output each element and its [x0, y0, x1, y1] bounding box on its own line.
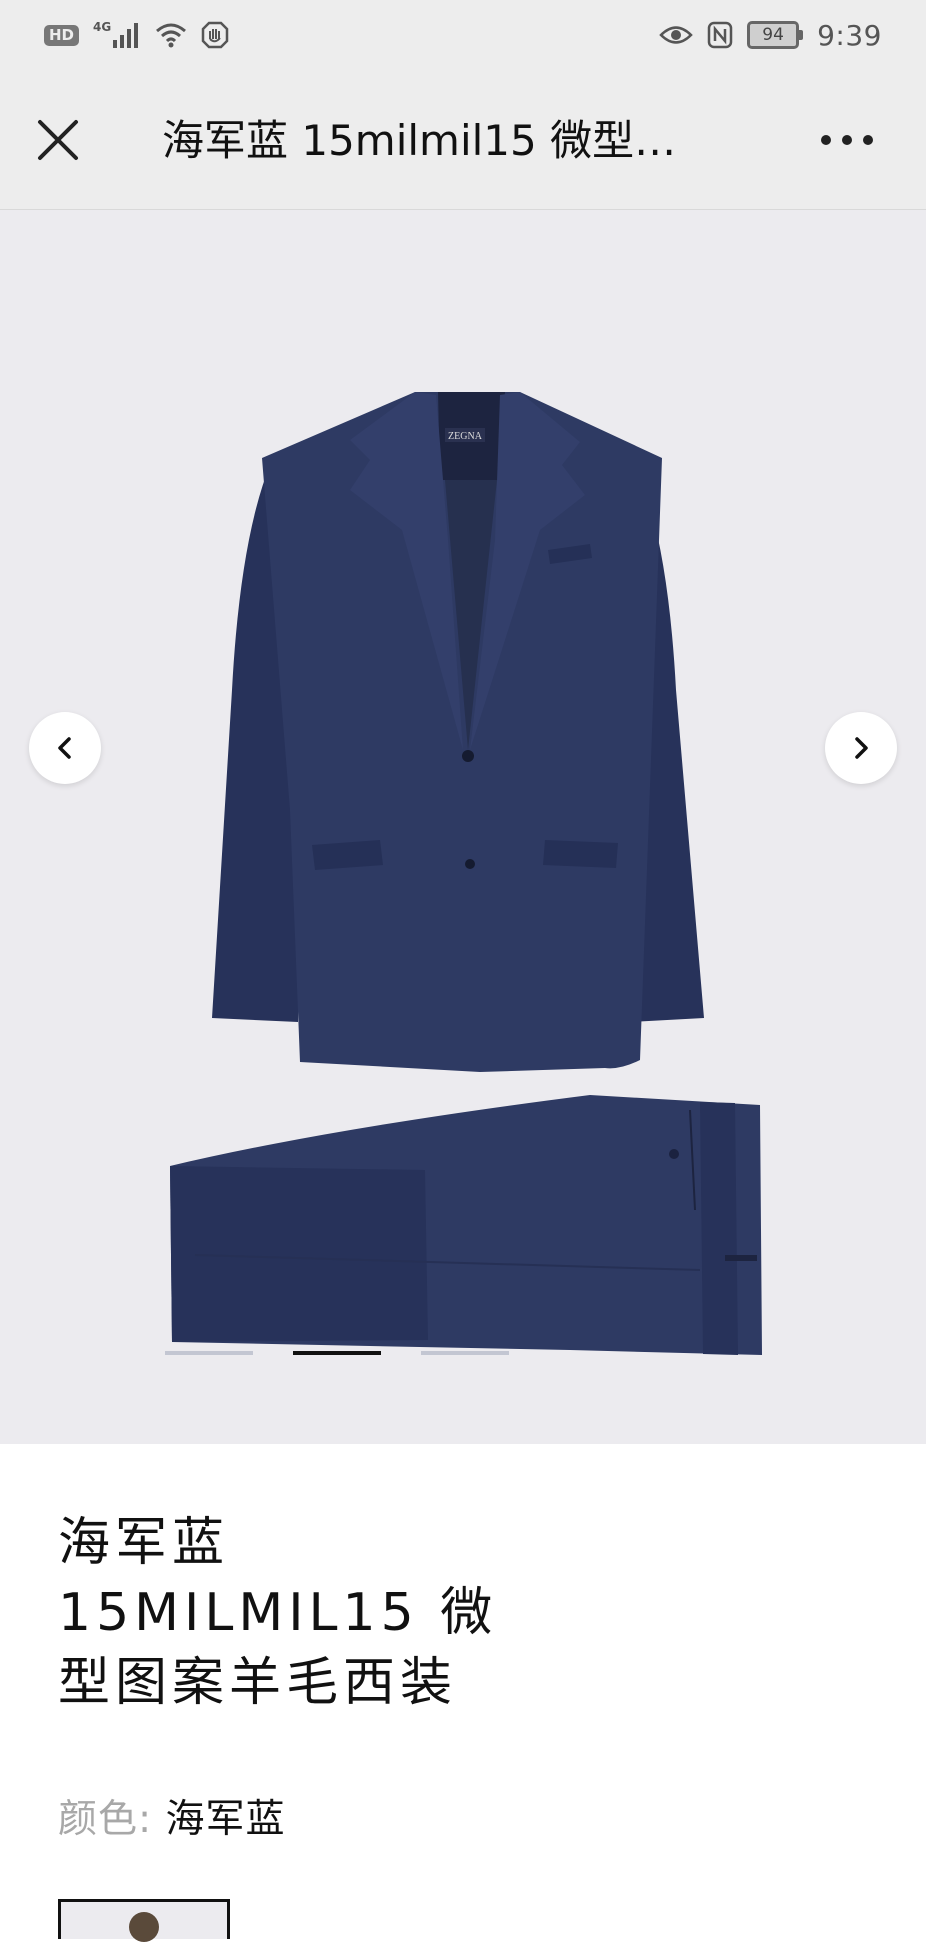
eye-icon	[659, 24, 693, 46]
chevron-left-icon	[58, 737, 71, 759]
thumbnail-model-image	[129, 1912, 159, 1942]
product-name-line-2: 15MILMIL15 微	[58, 1583, 498, 1643]
product-name-line-3: 型图案羊毛西装	[58, 1653, 458, 1713]
title-bar: 海军蓝 15milmil15 微型…	[0, 70, 926, 210]
gallery-indicator-active[interactable]	[293, 1351, 381, 1355]
more-icon[interactable]	[818, 126, 876, 154]
gallery-indicator[interactable]	[165, 1351, 253, 1355]
color-value: 海军蓝	[165, 1797, 286, 1842]
product-image: ZEGNA	[170, 392, 762, 1355]
jacket-illustration: ZEGNA	[212, 392, 704, 1072]
close-icon[interactable]	[34, 116, 82, 164]
gallery-indicator[interactable]	[421, 1351, 509, 1355]
nfc-icon	[707, 21, 733, 49]
product-name: 海军蓝 15MILMIL15 微 型图案羊毛西装	[58, 1508, 578, 1718]
battery-icon: 94	[747, 21, 804, 49]
status-bar: HD 4G 94 9:39	[0, 0, 926, 70]
battery-level: 94	[747, 21, 800, 49]
previous-image-button[interactable]	[29, 712, 101, 784]
page-title: 海军蓝 15milmil15 微型…	[162, 116, 677, 165]
trousers-illustration	[170, 1095, 762, 1355]
network-type-label: 4G	[93, 20, 112, 34]
color-row: 颜色: 海军蓝	[58, 1788, 286, 1844]
signal-icon	[113, 22, 141, 48]
brand-label: ZEGNA	[448, 431, 483, 442]
hd-icon: HD	[44, 24, 80, 46]
product-name-line-1: 海军蓝	[58, 1513, 230, 1573]
gallery-indicators	[165, 1351, 509, 1355]
status-right: 94 9:39	[659, 19, 882, 52]
clock: 9:39	[817, 18, 882, 52]
next-image-button[interactable]	[825, 712, 897, 784]
product-gallery[interactable]: ZEGNA	[0, 210, 926, 1444]
battery-tip	[799, 30, 804, 40]
chevron-right-icon	[855, 737, 868, 759]
color-label: 颜色:	[58, 1797, 153, 1842]
status-left: HD 4G	[44, 20, 229, 49]
hand-icon	[201, 21, 229, 49]
wifi-icon	[155, 22, 187, 48]
color-swatch-thumbnail[interactable]	[58, 1899, 230, 1942]
